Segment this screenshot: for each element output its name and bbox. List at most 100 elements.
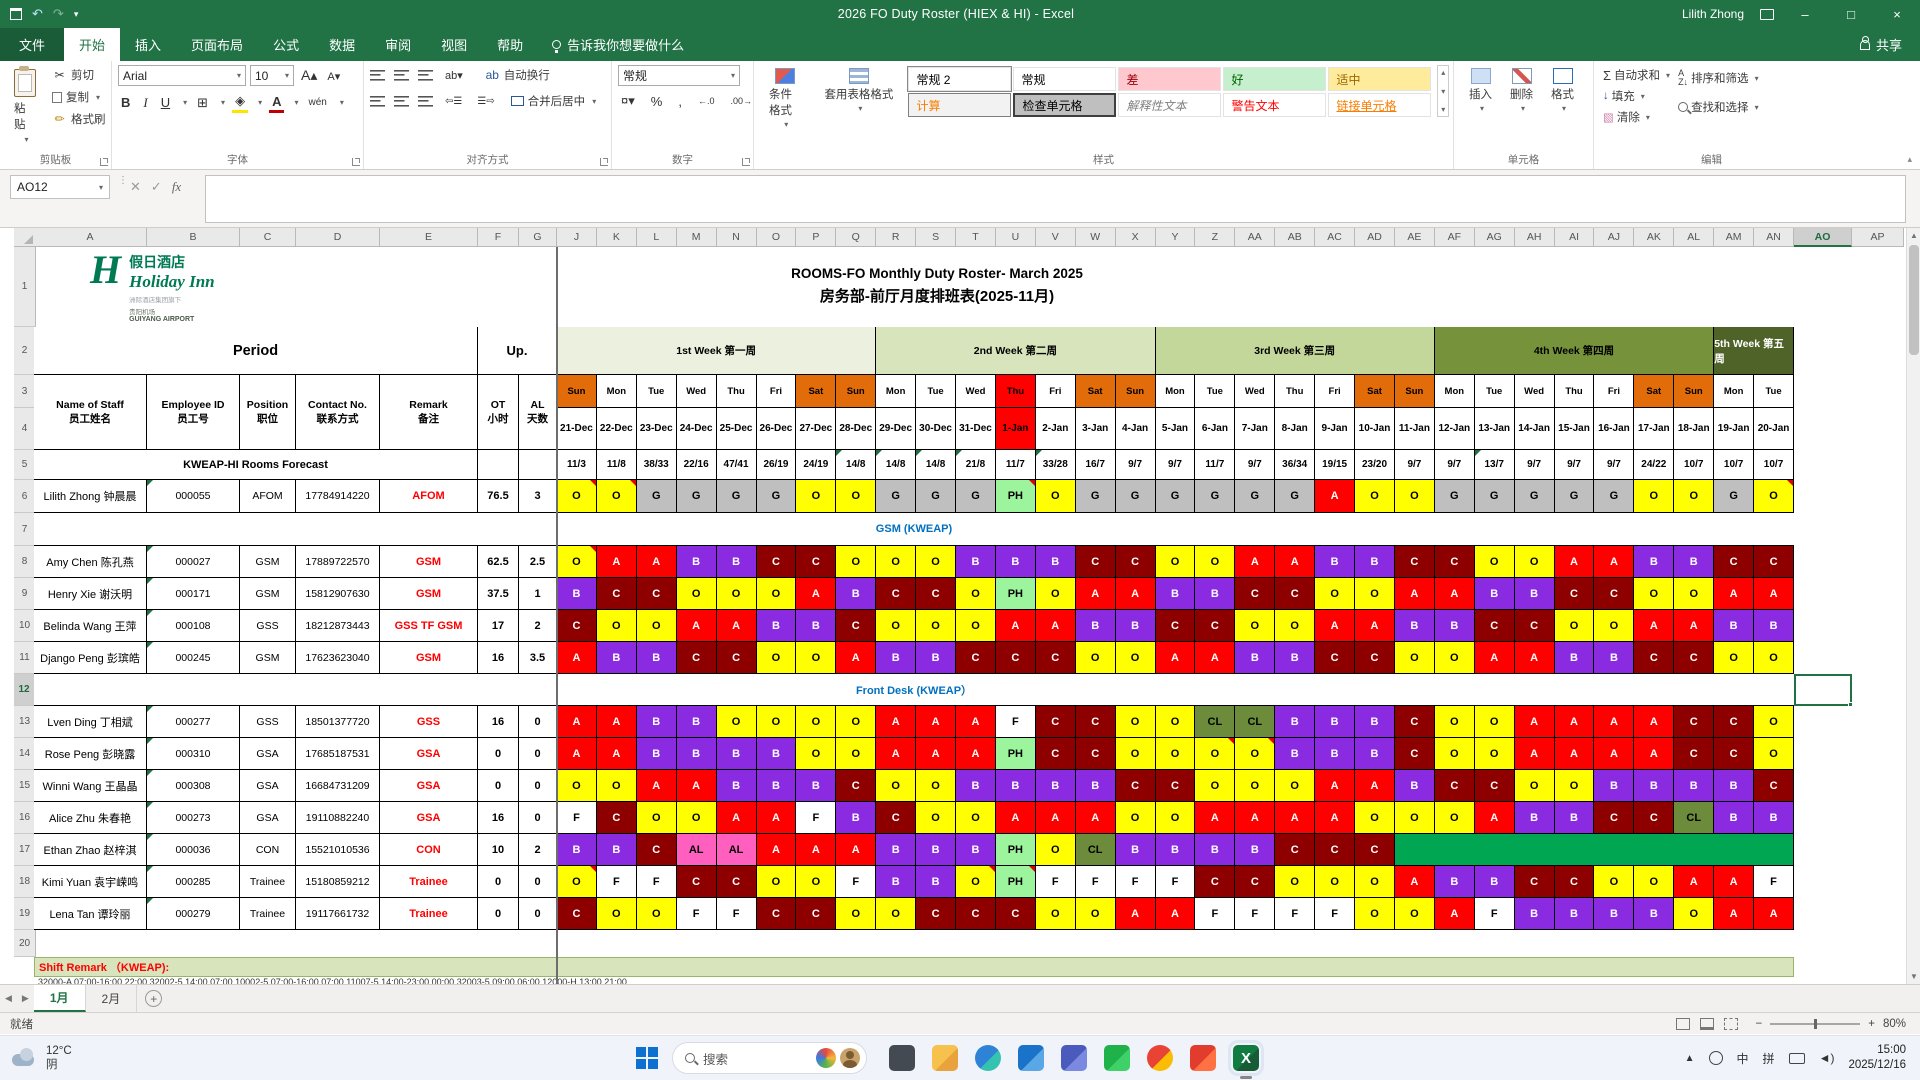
shift-cell[interactable]: B: [1514, 898, 1555, 930]
shift-cell[interactable]: B: [636, 642, 677, 674]
al-days[interactable]: 2: [519, 610, 557, 642]
date-cell[interactable]: 19-Jan: [1714, 408, 1755, 450]
shift-cell[interactable]: C: [636, 578, 677, 610]
shift-cell[interactable]: B: [1554, 802, 1595, 834]
shift-cell[interactable]: B: [876, 866, 917, 898]
shift-cell[interactable]: F: [596, 866, 637, 898]
shift-cell[interactable]: C: [1514, 610, 1555, 642]
shift-cell[interactable]: O: [676, 578, 717, 610]
date-cell[interactable]: 3-Jan: [1075, 408, 1116, 450]
forecast-cell[interactable]: 24/22: [1634, 450, 1675, 480]
shift-cell[interactable]: O: [1355, 480, 1395, 513]
col-header-R[interactable]: R: [876, 228, 917, 247]
forecast-cell[interactable]: 47/41: [716, 450, 757, 480]
shift-cell[interactable]: O: [1075, 642, 1116, 674]
network-globe-icon[interactable]: [1708, 1051, 1723, 1065]
forecast-cell[interactable]: 21/8: [956, 450, 996, 480]
shift-cell[interactable]: C: [1315, 642, 1356, 674]
tell-me-box[interactable]: 告诉我你想要做什么: [538, 28, 698, 61]
cancel-icon[interactable]: ✕: [130, 179, 141, 195]
shift-cell[interactable]: O: [636, 802, 677, 834]
day-name-cell[interactable]: Tue: [1474, 375, 1515, 408]
shift-cell[interactable]: A: [995, 802, 1036, 834]
close-button[interactable]: ×: [1882, 1, 1912, 27]
shift-cell[interactable]: B: [1355, 546, 1395, 578]
position[interactable]: GSM: [240, 546, 296, 578]
comma-style-icon[interactable]: ,: [675, 93, 685, 110]
shift-cell[interactable]: O: [1275, 610, 1316, 642]
staff-name[interactable]: Rose Peng 彭晓露: [34, 738, 147, 770]
forecast-cell[interactable]: 9/7: [1434, 450, 1475, 480]
cell-style-chip[interactable]: 警告文本: [1223, 93, 1327, 117]
date-cell[interactable]: 22-Dec: [596, 408, 637, 450]
shift-cell[interactable]: O: [1155, 738, 1196, 770]
shift-cell[interactable]: A: [1634, 610, 1675, 642]
employee-id[interactable]: 000279: [147, 898, 240, 930]
al-days[interactable]: 3: [519, 480, 557, 513]
shift-cell[interactable]: C: [1394, 738, 1435, 770]
font-dialog-launcher-icon[interactable]: [352, 158, 360, 166]
forecast-cell[interactable]: 33/28: [1035, 450, 1076, 480]
shift-cell[interactable]: A: [1434, 898, 1475, 930]
shift-cell[interactable]: C: [636, 834, 677, 866]
forecast-cell[interactable]: 14/8: [876, 450, 917, 480]
shift-cell[interactable]: B: [1474, 578, 1515, 610]
select-all-button[interactable]: [14, 228, 36, 247]
day-name-cell[interactable]: Mon: [1714, 375, 1755, 408]
page-break-view-icon[interactable]: [1723, 1017, 1738, 1030]
shift-cell[interactable]: B: [1115, 834, 1156, 866]
forecast-cell[interactable]: 9/7: [1594, 450, 1635, 480]
shift-cell[interactable]: B: [1355, 706, 1395, 738]
forecast-cell[interactable]: 14/8: [836, 450, 877, 480]
shift-cell[interactable]: C: [876, 802, 917, 834]
shift-cell[interactable]: O: [596, 770, 637, 802]
shift-cell[interactable]: C: [1674, 738, 1715, 770]
shift-cell[interactable]: C: [1035, 706, 1076, 738]
day-name-cell[interactable]: Fri: [1594, 375, 1635, 408]
shift-cell[interactable]: A: [1514, 738, 1555, 770]
remark[interactable]: GSS: [380, 706, 478, 738]
col-header-E[interactable]: E: [380, 228, 478, 247]
shift-cell[interactable]: A: [557, 706, 597, 738]
shift-cell[interactable]: G: [716, 480, 757, 513]
shift-cell[interactable]: A: [796, 834, 837, 866]
shift-cell[interactable]: C: [796, 546, 837, 578]
cell-style-chip[interactable]: 计算: [908, 93, 1012, 117]
position[interactable]: GSM: [240, 578, 296, 610]
ribbon-tab-公式[interactable]: 公式: [258, 28, 314, 61]
shift-cell[interactable]: CL: [1075, 834, 1116, 866]
italic-button[interactable]: I: [140, 94, 150, 112]
font-color-icon[interactable]: A: [269, 93, 285, 113]
clock-widget[interactable]: 15:00 2025/12/16: [1848, 1043, 1906, 1073]
col-header-J[interactable]: J: [557, 228, 597, 247]
number-format-combo[interactable]: 常规 ▾: [618, 65, 740, 86]
col-header-F[interactable]: F: [478, 228, 519, 247]
shift-cell[interactable]: G: [956, 480, 996, 513]
al-days[interactable]: 2: [519, 834, 557, 866]
shift-cell[interactable]: O: [956, 866, 996, 898]
day-name-cell[interactable]: Sat: [796, 375, 837, 408]
employee-id[interactable]: 000273: [147, 802, 240, 834]
cell-style-chip[interactable]: 常规: [1013, 67, 1117, 91]
shift-cell[interactable]: A: [557, 642, 597, 674]
ribbon-tab-帮助[interactable]: 帮助: [482, 28, 538, 61]
decrease-indent-icon[interactable]: ⇦☰: [442, 95, 465, 108]
row-header-7[interactable]: 7: [14, 513, 36, 546]
align-right-icon[interactable]: [418, 95, 433, 107]
remark[interactable]: GSM: [380, 578, 478, 610]
shift-cell[interactable]: C: [956, 642, 996, 674]
shift-cell[interactable]: C: [596, 802, 637, 834]
shift-cell[interactable]: O: [1394, 802, 1435, 834]
day-name-cell[interactable]: Thu: [995, 375, 1036, 408]
shift-cell[interactable]: O: [1434, 706, 1475, 738]
shift-cell[interactable]: A: [1714, 578, 1755, 610]
shift-cell[interactable]: B: [596, 834, 637, 866]
shift-cell[interactable]: O: [557, 546, 597, 578]
shift-cell[interactable]: O: [1275, 770, 1316, 802]
shift-cell[interactable]: B: [1554, 898, 1595, 930]
col-header-AM[interactable]: AM: [1714, 228, 1755, 247]
shift-cell[interactable]: O: [1235, 738, 1276, 770]
shift-cell[interactable]: C: [836, 770, 877, 802]
profile-avatar[interactable]: [840, 1048, 860, 1068]
shift-cell[interactable]: A: [596, 706, 637, 738]
